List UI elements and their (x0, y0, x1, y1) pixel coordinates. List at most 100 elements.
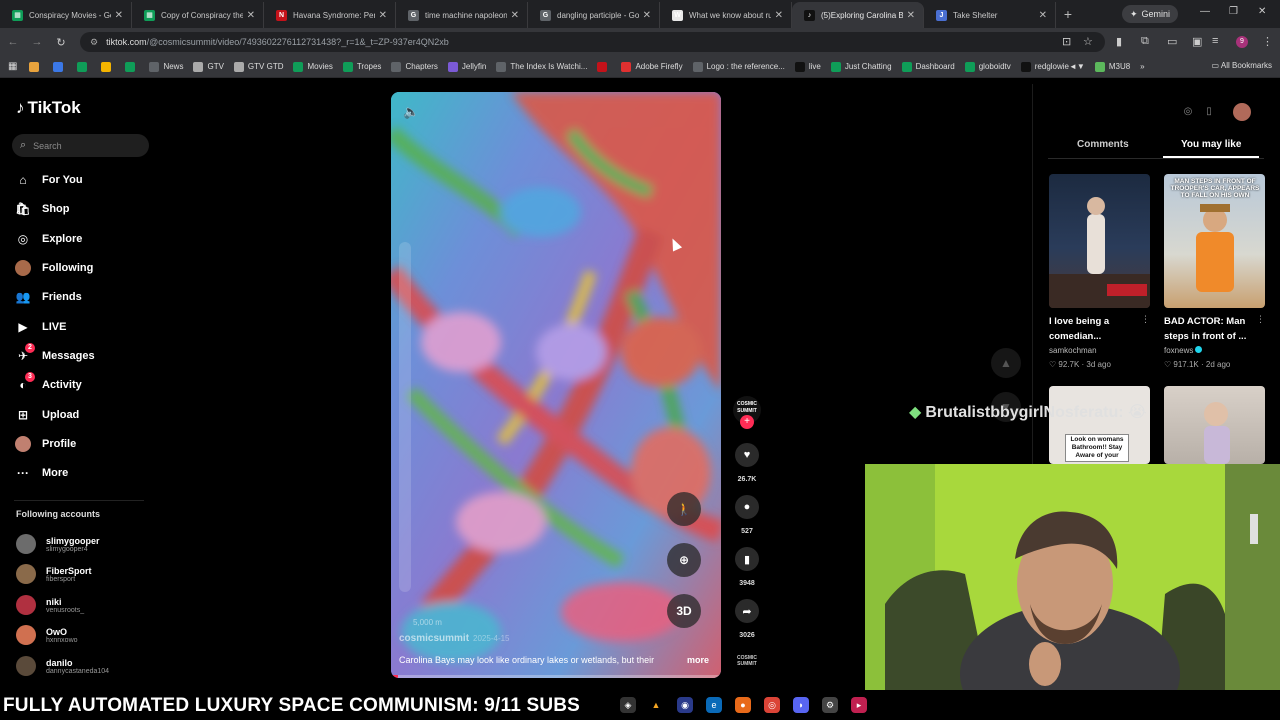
locate-icon[interactable]: ⊕ (667, 543, 701, 577)
browser-tab[interactable]: W What we know about ru ✕ (660, 2, 792, 28)
chrome-icon[interactable]: ◎ (764, 697, 780, 713)
video-author[interactable]: cosmicsummit 2025-4-15 (399, 633, 510, 644)
site-info-icon[interactable]: ⚙ (90, 37, 98, 48)
caption-more-button[interactable]: more (687, 655, 709, 665)
scroll-up-arrow-icon[interactable]: ▲ (991, 348, 1021, 378)
bookmark-item[interactable]: GTV GTD (233, 61, 283, 72)
bookmark-star-icon[interactable]: ☆ (1083, 35, 1093, 48)
following-account[interactable]: OwO hxnnxowo (16, 623, 78, 647)
forward-icon[interactable]: → (26, 36, 48, 48)
close-tab-icon[interactable]: ✕ (907, 10, 915, 21)
close-tab-icon[interactable]: ✕ (379, 10, 387, 21)
bookmark-item[interactable] (125, 61, 139, 72)
card-title-2[interactable]: BAD ACTOR: Man steps in front of ... (1164, 314, 1254, 344)
video-player[interactable]: 🔈 🚶 ⊕ 3D 5,000 m cosmicsummit 2025-4-15 C… (391, 92, 721, 678)
media-icon[interactable]: ≡ (1212, 35, 1218, 47)
bookmark-item[interactable] (77, 61, 91, 72)
browser-tab[interactable]: N Havana Syndrome: Pent ✕ (264, 2, 396, 28)
close-tab-icon[interactable]: ✕ (247, 10, 255, 21)
all-bookmarks[interactable]: ▭ All Bookmarks (1212, 61, 1272, 70)
browser-tab[interactable]: Gdangling participle - Go ✕ (528, 2, 660, 28)
cast-icon[interactable]: ▣ (1192, 35, 1202, 48)
bookmark-item[interactable]: M3U8 (1094, 61, 1130, 72)
edge-icon[interactable]: e (706, 697, 722, 713)
card-author-2[interactable]: foxnews (1164, 346, 1203, 355)
following-account[interactable]: niki venusroots_ (16, 593, 84, 617)
close-tab-icon[interactable]: ✕ (115, 10, 123, 21)
tray-app-icon[interactable]: ▸ (851, 697, 867, 713)
bookmark-item[interactable]: Jellyfin (447, 61, 486, 72)
user-avatar[interactable] (1233, 103, 1251, 121)
tiktok-logo[interactable]: ♪ TikTok (16, 98, 81, 118)
tray-app-icon[interactable]: ◈ (620, 697, 636, 713)
like-heart-icon[interactable]: ♥ (735, 443, 759, 467)
sidebar-item-explore[interactable]: ◎ Explore (15, 228, 83, 250)
recommended-thumb-4[interactable] (1164, 386, 1265, 464)
sidebar-item-friends[interactable]: 👥 Friends (15, 286, 82, 308)
apps-icon[interactable]: ▦ (8, 61, 17, 72)
bookmark-item[interactable]: The Index Is Watchi... (496, 61, 587, 72)
close-tab-icon[interactable]: ✕ (775, 10, 783, 21)
sidebar-item-following[interactable]: Following (15, 257, 93, 279)
recommended-thumb-2[interactable]: MAN STEPS IN FRONT OF TROOPER'S CAR, APP… (1164, 174, 1265, 308)
profile-avatar[interactable]: 9 (1236, 36, 1248, 48)
bookmark-item[interactable]: globoidtv (964, 61, 1011, 72)
install-icon[interactable]: ⊡ (1062, 35, 1071, 48)
map-3d-button[interactable]: 3D (667, 594, 701, 628)
bookmark-item[interactable] (29, 61, 43, 72)
sidebar-item-profile[interactable]: Profile (15, 433, 76, 455)
bookmark-item[interactable]: Tropes (342, 61, 381, 72)
card-more-icon-2[interactable]: ⋮ (1256, 314, 1265, 325)
bookmark-item[interactable] (53, 61, 67, 72)
back-icon[interactable]: ← (2, 36, 24, 48)
bookmark-item[interactable]: live (794, 61, 821, 72)
close-window-icon[interactable]: ✕ (1258, 6, 1266, 17)
browser-tab[interactable]: ♪ (5)Exploring Carolina B ✕ (792, 2, 924, 28)
browser-tab[interactable]: ▦ Copy of Conspiracy the ✕ (132, 2, 264, 28)
bookmark-item[interactable]: Chapters (391, 61, 438, 72)
tab-comments[interactable]: Comments (1077, 139, 1129, 150)
following-account[interactable]: slimygooper slimygooper4 (16, 532, 100, 556)
browser-tab[interactable]: J Take Shelter ✕ (924, 2, 1056, 28)
browser-tab[interactable]: Gtime machine napoleon ✕ (396, 2, 528, 28)
reload-icon[interactable]: ↻ (50, 36, 72, 49)
bookmark-item[interactable]: News (149, 61, 183, 72)
close-tab-icon[interactable]: ✕ (643, 10, 651, 21)
following-account[interactable]: danilo dannycastaneda104 (16, 654, 109, 678)
bookmark-item[interactable] (597, 61, 611, 72)
close-tab-icon[interactable]: ✕ (1039, 10, 1047, 21)
gemini-button[interactable]: ✦ Gemini (1122, 5, 1179, 23)
recommended-thumb-3[interactable]: Look on womans Bathroom!! Stay Aware of … (1049, 386, 1150, 464)
sidebar-item-upload[interactable]: ⊞ Upload (15, 404, 79, 426)
sidebar-item-messages[interactable]: ✈ 2 Messages (15, 343, 95, 367)
compass-icon[interactable]: ◎ (1180, 104, 1196, 120)
card-author-1[interactable]: samkochman (1049, 346, 1097, 355)
vlc-icon[interactable]: ▲ (648, 697, 664, 713)
search-input[interactable]: ⌕ Search (12, 134, 149, 157)
bookmark-item[interactable]: Just Chatting (830, 61, 892, 72)
recommended-thumb-1[interactable] (1049, 174, 1150, 308)
restore-icon[interactable]: ❐ (1229, 6, 1238, 17)
sidebar-item-more[interactable]: ··· More (15, 462, 68, 484)
sidebar-item-activity[interactable]: ◐ 3 Activity (15, 372, 82, 396)
settings-gear-icon[interactable]: ⚙ (822, 697, 838, 713)
bookmark-icon[interactable]: ▮ (735, 547, 759, 571)
sidebar-item-live[interactable]: ▶ LIVE (15, 316, 66, 338)
pegman-icon[interactable]: 🚶 (667, 492, 701, 526)
card-more-icon-1[interactable]: ⋮ (1141, 314, 1150, 325)
share-arrow-icon[interactable]: ➦ (735, 599, 759, 623)
sidebar-item-for-you[interactable]: ⌂ For You (15, 169, 82, 191)
discord-icon[interactable]: ◗ (793, 697, 809, 713)
extensions-puzzle-icon[interactable]: ⧉ (1141, 35, 1149, 48)
bookmark-item[interactable]: Adobe Firefly (621, 61, 683, 72)
follow-plus-icon[interactable]: + (740, 415, 754, 429)
new-tab-button[interactable]: + (1056, 6, 1080, 22)
bookmark-item[interactable]: Logo : the reference... (692, 61, 785, 72)
firefox-icon[interactable]: ● (735, 697, 751, 713)
video-progress-bar[interactable] (391, 675, 721, 678)
comment-icon[interactable]: ● (735, 495, 759, 519)
bookmark-item[interactable]: redglowie◄▼ (1020, 61, 1085, 72)
bookmarks-overflow-icon[interactable]: » (1140, 62, 1144, 71)
close-tab-icon[interactable]: ✕ (511, 10, 519, 21)
bookmark-item[interactable]: GTV (193, 61, 224, 72)
